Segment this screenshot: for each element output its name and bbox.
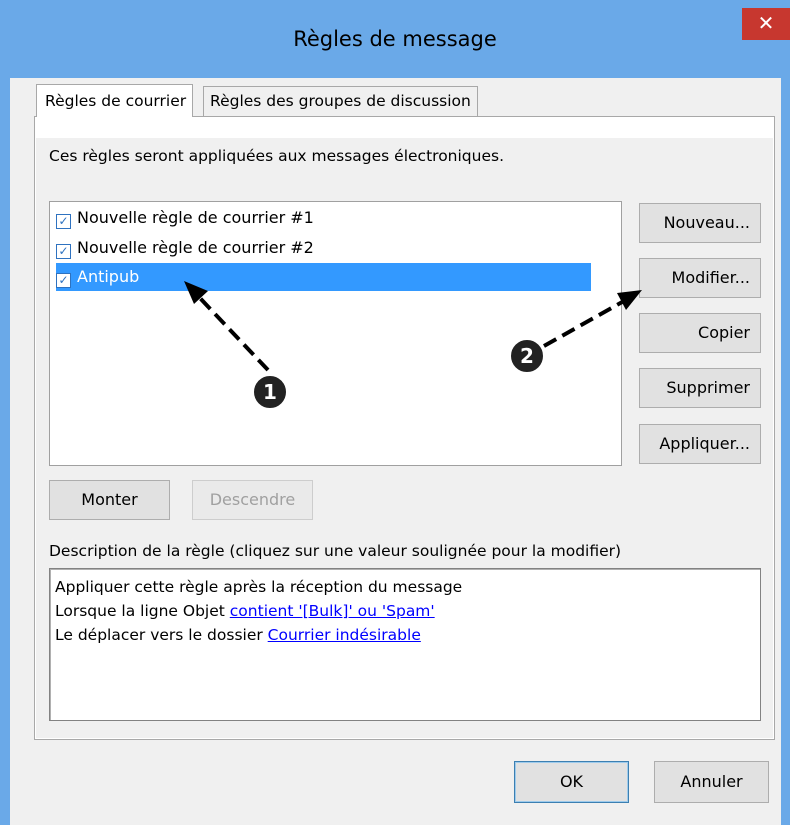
condition-link[interactable]: contient '[Bulk]' ou 'Spam' (230, 602, 435, 620)
folder-link[interactable]: Courrier indésirable (268, 626, 421, 644)
copy-button[interactable]: Copier (639, 313, 761, 353)
move-up-button[interactable]: Monter (49, 480, 170, 520)
window-border-right (781, 78, 790, 825)
rule-label-1: Nouvelle règle de courrier #1 (77, 208, 314, 227)
rule-item-2[interactable]: ✓ Nouvelle règle de courrier #2 (56, 234, 314, 262)
delete-button[interactable]: Supprimer (639, 368, 761, 408)
close-button[interactable]: ✕ (742, 8, 790, 40)
rule-checkbox-2[interactable]: ✓ (56, 244, 71, 259)
edit-button[interactable]: Modifier... (639, 258, 761, 298)
condition-text: Lorsque la ligne Objet (55, 602, 230, 620)
description-line-1: Appliquer cette règle après la réception… (55, 578, 463, 596)
rule-item-1[interactable]: ✓ Nouvelle règle de courrier #1 (56, 204, 314, 232)
rule-label-2: Nouvelle règle de courrier #2 (77, 238, 314, 257)
cancel-button[interactable]: Annuler (654, 761, 769, 803)
message-rules-dialog: Règles de message ✕ Règles de courrier R… (0, 0, 790, 825)
intro-text: Ces règles seront appliquées aux message… (49, 147, 505, 165)
rule-checkbox-1[interactable]: ✓ (56, 214, 71, 229)
window-border-left (0, 78, 10, 825)
description-label: Description de la règle (cliquez sur une… (49, 542, 622, 560)
rule-checkbox-3[interactable]: ✓ (56, 273, 71, 288)
description-line-3: Le déplacer vers le dossier Courrier ind… (55, 624, 421, 646)
rule-item-3[interactable]: ✓ Antipub (56, 263, 591, 291)
new-button[interactable]: Nouveau... (639, 203, 761, 243)
tab-mail-rules[interactable]: Règles de courrier (36, 84, 194, 117)
close-icon: ✕ (757, 11, 775, 35)
tab-newsgroup-rules[interactable]: Règles des groupes de discussion (203, 86, 478, 116)
action-text: Le déplacer vers le dossier (55, 626, 268, 644)
rule-label-3: Antipub (77, 267, 140, 286)
move-down-button: Descendre (192, 480, 313, 520)
window-title: Règles de message (293, 27, 497, 51)
ok-button[interactable]: OK (514, 761, 629, 803)
apply-button[interactable]: Appliquer... (639, 424, 761, 464)
description-line-2: Lorsque la ligne Objet contient '[Bulk]'… (55, 600, 435, 622)
